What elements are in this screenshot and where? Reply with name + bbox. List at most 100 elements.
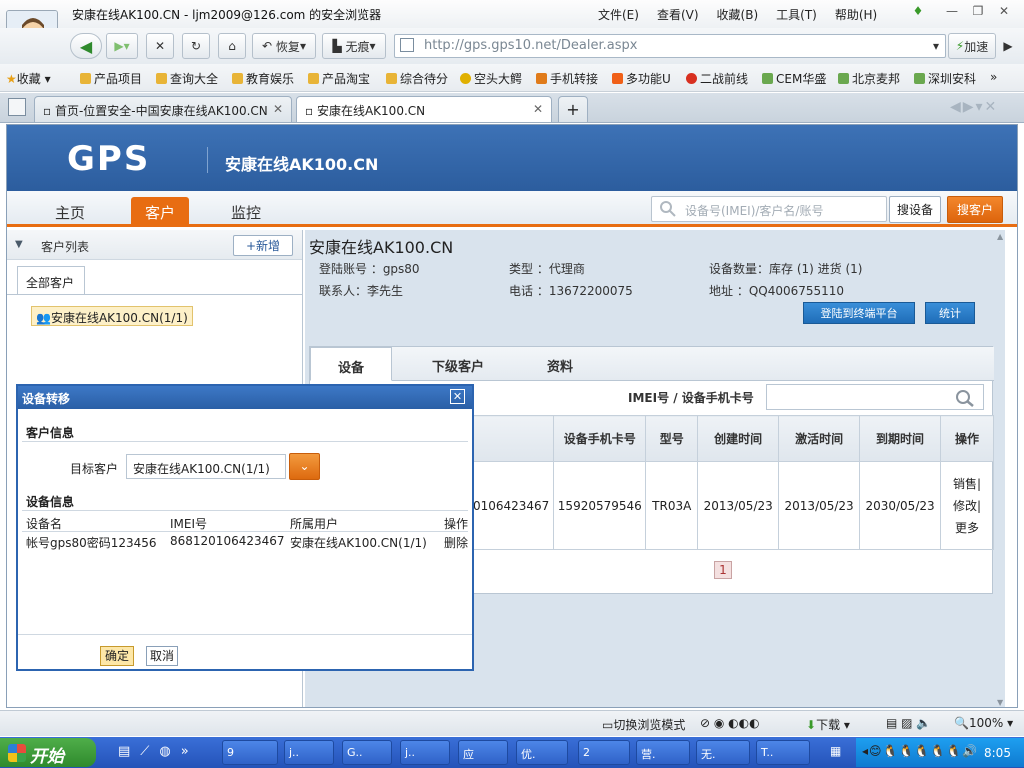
col-sim[interactable]: 设备手机卡号 (553, 415, 647, 462)
tab-sub-customers[interactable]: 下级客户 (416, 347, 500, 381)
close-window-icon[interactable]: ✕ (994, 4, 1014, 20)
search-device-button[interactable]: 搜设备 (889, 196, 941, 223)
nav-home[interactable]: 主页 (41, 197, 99, 227)
close-icon[interactable]: ✕ (450, 389, 465, 404)
zoom-control[interactable]: 🔍100% ▾ (954, 716, 1013, 730)
tab-devices[interactable]: 设备 (310, 347, 392, 381)
menu-tools[interactable]: 工具(T) (776, 6, 817, 23)
taskbar-item[interactable]: 应 (458, 740, 508, 765)
url-dropdown-icon[interactable]: ▾ (926, 33, 946, 59)
go-icon[interactable]: ▶ (998, 33, 1018, 59)
taskbar-item[interactable]: 无. (696, 740, 750, 765)
customer-info-section: 客户信息 (26, 426, 75, 440)
cell-actions[interactable]: 销售|修改|更多 (940, 461, 994, 550)
chevron-down-icon[interactable]: ⌄ (289, 453, 320, 480)
bookmark-item[interactable]: 手机转接 (536, 70, 598, 87)
skin-icon[interactable]: ♦ (908, 4, 928, 20)
col-model[interactable]: 型号 (645, 415, 699, 462)
taskbar-item[interactable]: 2 (578, 740, 630, 765)
divider (7, 294, 302, 295)
bookmark-item[interactable]: 多功能U (612, 70, 671, 87)
sidebar-toggle-icon[interactable] (8, 98, 26, 116)
search-customer-button[interactable]: 搜客户 (947, 196, 1003, 223)
speedup-button[interactable]: ⚡ 加速 (948, 33, 996, 59)
customer-tree-node[interactable]: 👥安康在线AK100.CN(1/1) (31, 306, 193, 326)
add-customer-button[interactable]: +新增 (233, 235, 293, 256)
scroll-down-icon[interactable]: ▼ (997, 698, 1003, 707)
col-created[interactable]: 创建时间 (697, 415, 780, 462)
back-button[interactable]: ◀ (70, 33, 102, 59)
login-terminal-button[interactable]: 登陆到终端平台 (803, 302, 915, 324)
switch-mode-button[interactable]: ▭切换浏览模式 (602, 716, 685, 733)
tab-profile[interactable]: 资料 (522, 347, 598, 381)
tab-nav-icons[interactable]: ◀▶▾✕ (950, 99, 998, 115)
forward-button[interactable]: ▶▾ (106, 33, 138, 59)
more-bookmarks-icon[interactable]: » (990, 70, 997, 84)
keyboard-icon[interactable]: ▦ (830, 744, 841, 758)
customer-title: 安康在线AK100.CN (309, 238, 454, 257)
home-button[interactable]: ⌂ (218, 33, 246, 59)
status-icons[interactable]: ⊘ ◉ ◐◐◐ (700, 716, 760, 730)
cell-sim: 15920579546 (553, 461, 647, 550)
nav-customers[interactable]: 客户 (131, 197, 190, 227)
scrollbar[interactable]: ▲ ▼ (997, 230, 1005, 707)
taskbar-item[interactable]: 9 (222, 740, 278, 765)
bookmark-item[interactable]: 综合待分 (386, 70, 448, 87)
target-customer-field[interactable]: 安康在线AK100.CN(1/1) (126, 454, 286, 479)
menu-help[interactable]: 帮助(H) (835, 6, 877, 23)
page-number[interactable]: 1 (714, 561, 732, 579)
stats-button[interactable]: 统计 (925, 302, 975, 324)
imei-filter-input[interactable] (766, 384, 984, 410)
restore-button[interactable]: ↶ 恢复 ▾ (252, 33, 316, 59)
collapse-icon[interactable]: ▼ (15, 239, 23, 250)
col-expires[interactable]: 到期时间 (859, 415, 942, 462)
browser-tab-active[interactable]: ▫ 安康在线AK100.CN ✕ (296, 96, 552, 122)
divider (22, 531, 468, 532)
taskbar-item[interactable]: j.. (284, 740, 334, 765)
quick-launch-icons[interactable]: ▤⟋◍» (118, 744, 199, 759)
bookmark-item[interactable]: 空头大鳄 (460, 70, 522, 87)
bookmark-label: 查询大全 (170, 72, 219, 86)
browser-tab-home[interactable]: ▫ 首页-位置安全-中国安康在线AK100.CN ✕ (34, 96, 292, 122)
incognito-button[interactable]: ▙ 无痕 ▾ (322, 33, 386, 59)
bookmark-item[interactable]: 北京麦邦 (838, 70, 900, 87)
search-icon[interactable] (955, 389, 975, 407)
taskbar-item[interactable]: 营. (636, 740, 690, 765)
bookmark-item[interactable]: 产品项目 (80, 70, 142, 87)
taskbar-item[interactable]: T.. (756, 740, 810, 765)
ok-button[interactable]: 确定 (100, 646, 134, 666)
tab-close-icon[interactable]: ✕ (273, 102, 283, 116)
refresh-button[interactable]: ↻ (182, 33, 210, 59)
new-tab-button[interactable]: + (558, 96, 588, 122)
login-account: 登陆账号 ：gps80 (319, 262, 420, 276)
bookmark-item[interactable]: 产品淘宝 (308, 70, 370, 87)
tray-icons[interactable]: ◂😊🐧🐧🐧🐧🐧🔊 (862, 744, 978, 758)
tool-icons[interactable]: ▤ ▨ 🔈 (886, 716, 931, 730)
tab-close-icon[interactable]: ✕ (533, 102, 543, 116)
col-activated[interactable]: 激活时间 (778, 415, 861, 462)
minimize-icon[interactable]: — (942, 4, 962, 20)
tab-all-customers[interactable]: 全部客户 (17, 266, 85, 294)
taskbar-item[interactable]: G.. (342, 740, 392, 765)
menu-favorites[interactable]: 收藏(B) (717, 6, 759, 23)
scroll-up-icon[interactable]: ▲ (997, 232, 1003, 241)
bookmark-item[interactable]: 查询大全 (156, 70, 218, 87)
bookmark-item[interactable]: CEM华盛 (762, 70, 826, 87)
download-button[interactable]: ⬇下载 ▾ (806, 716, 850, 733)
maximize-icon[interactable]: ❐ (968, 4, 988, 20)
favorites-button[interactable]: ★收藏 ▾ (6, 70, 51, 87)
url-text[interactable]: http://gps.gps10.net/Dealer.aspx (424, 38, 637, 53)
bookmark-item[interactable]: 深圳安科 (914, 70, 976, 87)
dialog-title: 设备转移 (22, 392, 71, 406)
bookmark-item[interactable]: 教育娱乐 (232, 70, 294, 87)
delete-link[interactable]: 删除 (444, 534, 468, 551)
nav-monitor[interactable]: 监控 (217, 197, 275, 227)
taskbar-item[interactable]: j.. (400, 740, 450, 765)
menu-file[interactable]: 文件(E) (598, 6, 639, 23)
cancel-button[interactable]: 取消 (146, 646, 178, 666)
stop-button[interactable]: ✕ (146, 33, 174, 59)
menu-view[interactable]: 查看(V) (657, 6, 699, 23)
zoom-label: 100% (968, 716, 1004, 730)
taskbar-item[interactable]: 优. (516, 740, 568, 765)
bookmark-item[interactable]: 二战前线 (686, 70, 748, 87)
